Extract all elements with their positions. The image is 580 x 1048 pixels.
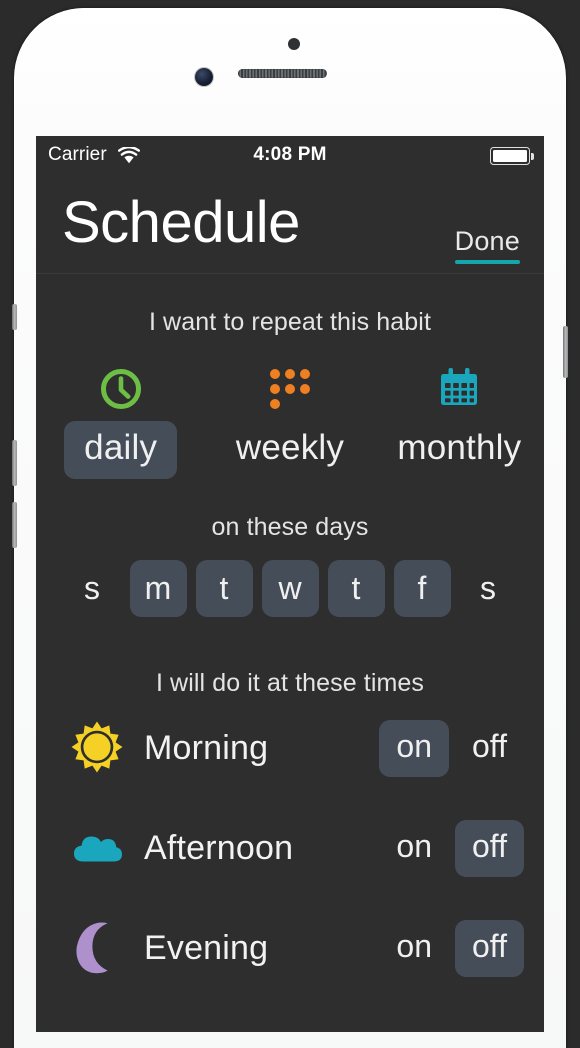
toggle-off-afternoon[interactable]: off bbox=[455, 819, 524, 877]
time-label-evening: Evening bbox=[144, 928, 269, 967]
day-cell-sunday[interactable]: s bbox=[64, 560, 121, 617]
time-row-evening: Evening on off bbox=[36, 898, 544, 998]
day-cell-friday[interactable]: f bbox=[393, 560, 451, 617]
silent-switch-button[interactable] bbox=[12, 304, 17, 330]
toggle-on-afternoon[interactable]: on bbox=[379, 820, 449, 877]
frequency-option-daily[interactable]: daily bbox=[36, 365, 205, 479]
day-cell-wednesday[interactable]: w bbox=[261, 560, 319, 617]
phone-device-frame: Carrier 4:08 PM Schedule Done I want to … bbox=[12, 8, 568, 1048]
toggle-on-morning[interactable]: on bbox=[379, 719, 449, 777]
frequency-label-weekly: weekly bbox=[235, 428, 345, 467]
clock-icon bbox=[99, 365, 143, 413]
frequency-label-daily: daily bbox=[64, 421, 178, 479]
time-label-afternoon: Afternoon bbox=[144, 828, 294, 867]
frequency-option-weekly[interactable]: weekly bbox=[205, 365, 374, 479]
done-button-underline bbox=[454, 260, 520, 264]
volume-up-button[interactable] bbox=[12, 440, 17, 486]
earpiece-speaker-icon bbox=[238, 69, 327, 78]
toggle-group-afternoon: on off bbox=[379, 819, 524, 877]
day-cell-tuesday[interactable]: t bbox=[195, 560, 253, 617]
day-cell-monday[interactable]: m bbox=[129, 560, 187, 617]
phone-screen: Carrier 4:08 PM Schedule Done I want to … bbox=[36, 136, 544, 1032]
toggle-on-evening[interactable]: on bbox=[379, 920, 449, 977]
dots-grid-icon bbox=[269, 365, 310, 413]
toggle-off-evening[interactable]: off bbox=[455, 919, 524, 977]
sun-icon bbox=[66, 721, 128, 775]
cloud-icon bbox=[66, 828, 128, 868]
days-section-caption: on these days bbox=[211, 513, 369, 541]
volume-down-button[interactable] bbox=[12, 502, 17, 548]
day-cell-thursday[interactable]: t bbox=[327, 560, 385, 617]
status-bar: Carrier 4:08 PM bbox=[36, 136, 544, 174]
repeat-section-caption: I want to repeat this habit bbox=[148, 308, 432, 336]
calendar-icon bbox=[438, 365, 480, 413]
frequency-selector: daily weekly monthly bbox=[36, 365, 544, 479]
times-section-caption: I will do it at these times bbox=[155, 669, 425, 697]
proximity-sensor-icon bbox=[288, 38, 300, 50]
page-title: Schedule bbox=[62, 190, 300, 255]
toggle-off-morning[interactable]: off bbox=[455, 720, 524, 777]
schedule-content: I want to repeat this habit daily weekly… bbox=[36, 308, 544, 998]
toggle-group-morning: on off bbox=[379, 719, 524, 777]
moon-icon bbox=[66, 922, 128, 974]
power-button[interactable] bbox=[563, 326, 568, 378]
time-row-morning: Morning on off bbox=[36, 698, 544, 798]
day-cell-saturday[interactable]: s bbox=[460, 560, 517, 617]
toggle-group-evening: on off bbox=[379, 919, 524, 977]
battery-fill bbox=[492, 149, 528, 163]
frequency-label-monthly: monthly bbox=[397, 428, 522, 467]
time-label-morning: Morning bbox=[144, 728, 269, 767]
frequency-option-monthly[interactable]: monthly bbox=[375, 365, 544, 479]
done-button[interactable]: Done bbox=[454, 226, 520, 264]
battery-full-icon bbox=[490, 147, 534, 165]
front-camera-icon bbox=[195, 68, 213, 86]
time-row-afternoon: Afternoon on off bbox=[36, 798, 544, 898]
status-bar-clock: 4:08 PM bbox=[253, 144, 327, 165]
navigation-bar: Schedule Done bbox=[36, 174, 544, 274]
weekday-selector: s m t w t f s bbox=[36, 560, 544, 617]
done-button-label: Done bbox=[454, 226, 520, 256]
